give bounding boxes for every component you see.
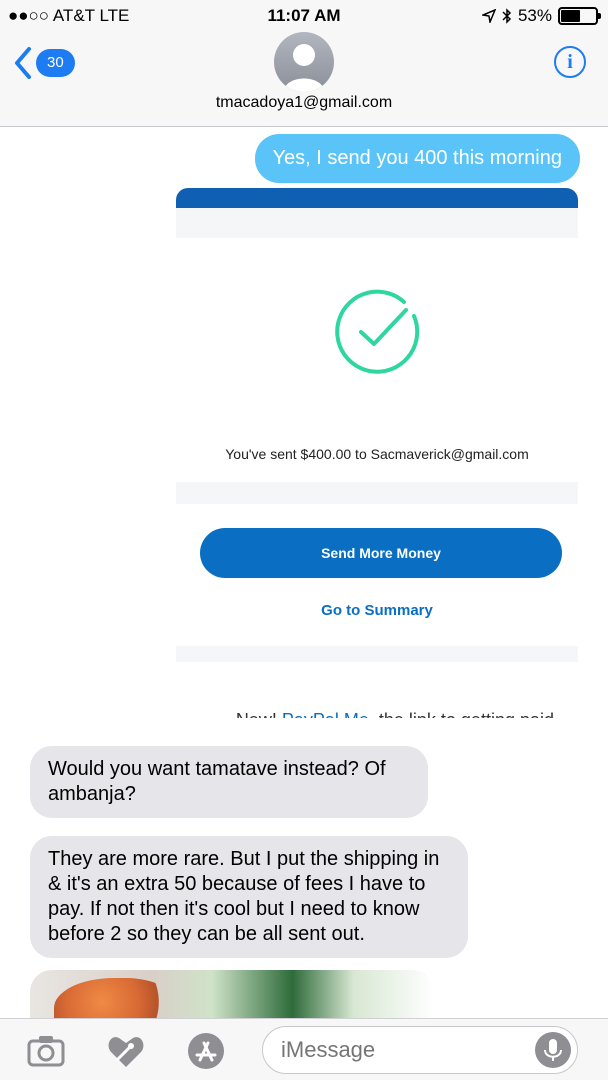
photo-message[interactable]	[30, 970, 434, 1018]
promo-prefix: New!	[236, 710, 282, 718]
digital-touch-icon[interactable]	[106, 1031, 146, 1071]
person-silhouette-icon	[284, 44, 324, 92]
status-bar: ●●○○ AT&T LTE 11:07 AM 53%	[0, 0, 608, 32]
message-incoming[interactable]: Would you want tamatave instead? Of amba…	[30, 746, 428, 818]
confirmation-text: You've sent $400.00 to Sacmaverick@gmail…	[225, 446, 529, 462]
contact-name[interactable]: tmacadoya1@gmail.com	[0, 94, 608, 112]
imessage-input[interactable]	[281, 1037, 521, 1063]
divider	[176, 482, 578, 504]
chevron-left-icon	[15, 47, 31, 79]
paypal-me-link[interactable]: PayPal.Me	[282, 710, 369, 718]
location-icon	[481, 9, 496, 23]
go-to-summary-link[interactable]: Go to Summary	[176, 602, 578, 619]
paypal-me-promo: New! PayPal.Me, the link to getting paid	[176, 710, 578, 718]
battery-icon	[558, 7, 601, 25]
divider	[176, 208, 578, 238]
status-right: 53%	[481, 6, 601, 26]
confirmation-panel: You've sent $400.00 to Sacmaverick@gmail…	[176, 238, 578, 482]
back-button[interactable]: 30	[14, 46, 75, 80]
message-composer[interactable]	[262, 1026, 578, 1074]
microphone-icon[interactable]	[535, 1032, 571, 1068]
bluetooth-icon	[502, 8, 512, 24]
contact-avatar[interactable]	[274, 32, 334, 92]
promo-suffix: , the link to getting paid	[369, 710, 554, 718]
battery-percent: 53%	[517, 6, 552, 25]
camera-icon[interactable]	[26, 1031, 66, 1071]
paypal-screenshot-message[interactable]: You've sent $400.00 to Sacmaverick@gmail…	[176, 188, 578, 718]
unread-count-badge: 30	[36, 49, 75, 77]
battery-fill	[561, 10, 580, 22]
message-outgoing[interactable]: Yes, I send you 400 this morning	[254, 134, 580, 183]
divider	[176, 646, 578, 662]
paypal-header-bar	[176, 188, 578, 208]
info-icon[interactable]: i	[554, 46, 586, 78]
conversation-header: 30 tmacadoya1@gmail.com i	[0, 32, 608, 127]
app-store-icon[interactable]	[186, 1031, 226, 1071]
checkmark-circle-icon	[335, 289, 420, 374]
send-more-money-button[interactable]: Send More Money	[200, 528, 562, 578]
message-incoming[interactable]: They are more rare. But I put the shippi…	[30, 836, 468, 958]
message-toolbar	[0, 1018, 608, 1080]
photo-content	[54, 978, 174, 1018]
